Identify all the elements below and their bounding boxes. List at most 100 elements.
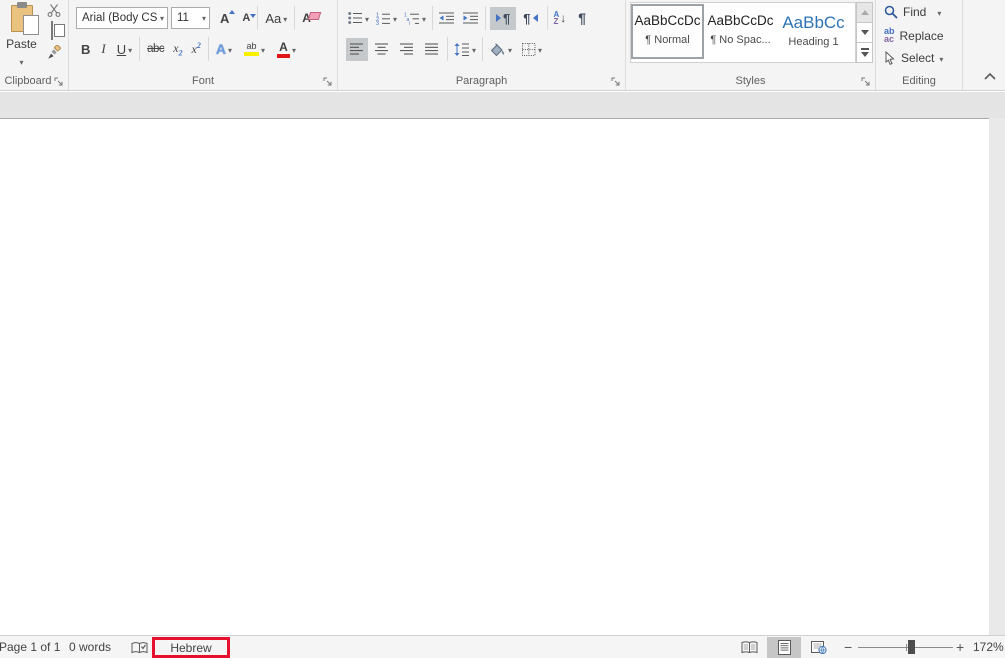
style-heading-1[interactable]: AaBbCc Heading 1: [777, 4, 850, 59]
line-spacing-button[interactable]: [452, 38, 478, 61]
style-no-spacing[interactable]: AaBbCcDc ¶ No Spac...: [704, 4, 777, 59]
copy-icon: [51, 21, 53, 40]
grow-font-button[interactable]: A: [217, 7, 236, 30]
styles-more-arrow-icon: [860, 51, 869, 57]
font-group-label: Font: [191, 75, 214, 87]
select-cursor-icon: [885, 51, 895, 65]
annotation-red-box: Hebrew: [152, 637, 230, 658]
multilevel-list-button[interactable]: 1ai: [402, 7, 428, 30]
clipboard-group: Paste Clipboard: [0, 0, 69, 90]
styles-more-bar-icon: [860, 48, 869, 50]
copy-button[interactable]: [51, 21, 57, 40]
scroll-up-icon: [860, 10, 869, 15]
show-hide-formatting-button[interactable]: ¶: [576, 7, 588, 30]
font-size-combo[interactable]: 11: [171, 7, 210, 29]
find-magnifier-icon: [884, 5, 898, 19]
font-size-dropdown-icon[interactable]: [199, 12, 206, 24]
editing-group: Find abac Replace Select Editing: [876, 0, 963, 90]
increase-indent-button[interactable]: [461, 7, 481, 30]
left-to-right-direction-button[interactable]: ¶: [490, 6, 517, 30]
page-indicator[interactable]: Page 1 of 1: [0, 640, 60, 654]
select-button[interactable]: Select: [884, 51, 943, 65]
styles-gallery: AaBbCcDc ¶ Normal AaBbCcDc ¶ No Spac... …: [630, 2, 856, 63]
numbering-button[interactable]: 123: [374, 7, 399, 30]
ribbon-home-tab-content: Paste Clipboard Arial (Body CS: [0, 0, 1005, 91]
find-button[interactable]: Find: [884, 5, 941, 19]
proofing-status-button[interactable]: [131, 641, 148, 658]
find-dropdown-icon[interactable]: [937, 5, 941, 19]
vertical-scrollbar[interactable]: [989, 92, 1005, 635]
change-case-button[interactable]: Aa: [262, 7, 290, 30]
web-layout-button[interactable]: [805, 637, 833, 658]
italic-button[interactable]: I: [98, 38, 108, 61]
shrink-font-button[interactable]: A: [239, 7, 257, 30]
clear-formatting-button[interactable]: A: [299, 7, 314, 30]
borders-button[interactable]: [520, 38, 544, 61]
paste-button[interactable]: Paste: [2, 2, 41, 72]
collapse-ribbon-button[interactable]: [983, 67, 997, 85]
replace-icon: ab ac: [884, 26, 895, 44]
font-name-combo[interactable]: Arial (Body CS: [76, 7, 168, 29]
clipboard-dialog-launcher[interactable]: [54, 74, 65, 86]
paragraph-group: 123 1ai ¶ ¶: [338, 0, 626, 90]
borders-icon: [522, 42, 536, 56]
decrease-indent-button[interactable]: [437, 7, 457, 30]
svg-text:i: i: [409, 21, 410, 25]
increase-indent-icon: [463, 12, 479, 24]
select-dropdown-icon[interactable]: [939, 51, 943, 65]
justify-button[interactable]: [421, 38, 443, 61]
style-normal[interactable]: AaBbCcDc ¶ Normal: [631, 4, 704, 59]
shading-button[interactable]: [487, 38, 514, 61]
print-layout-icon: [777, 640, 791, 655]
align-center-button[interactable]: [371, 38, 393, 61]
bullets-button[interactable]: [346, 7, 371, 30]
font-name-dropdown-icon[interactable]: [157, 12, 164, 24]
sort-button[interactable]: AZ ↓: [552, 7, 569, 30]
shrink-font-arrow-icon: [250, 14, 257, 18]
align-right-button[interactable]: [396, 38, 418, 61]
document-page[interactable]: [0, 119, 989, 635]
right-to-left-direction-button[interactable]: ¶: [518, 7, 542, 30]
clipboard-group-label: Clipboard: [4, 75, 52, 87]
zoom-percent-button[interactable]: 172%: [973, 640, 1004, 654]
zoom-out-button[interactable]: −: [844, 639, 852, 655]
bold-button[interactable]: B: [78, 38, 93, 61]
align-left-button[interactable]: [346, 37, 368, 61]
superscript-button[interactable]: x2: [189, 38, 204, 61]
sort-icon: AZ: [553, 9, 560, 26]
line-spacing-icon: [454, 42, 469, 56]
editing-group-label: Editing: [902, 75, 936, 87]
read-mode-icon: [741, 641, 757, 654]
underline-button[interactable]: U: [114, 38, 135, 61]
styles-group-label: Styles: [735, 75, 766, 87]
styles-dialog-launcher[interactable]: [861, 74, 872, 86]
zoom-in-button[interactable]: +: [956, 639, 964, 655]
word-count[interactable]: 0 words: [69, 640, 111, 654]
paste-label: Paste: [6, 37, 37, 51]
zoom-slider-track[interactable]: [858, 644, 953, 651]
styles-more-button[interactable]: [856, 42, 873, 63]
print-layout-button[interactable]: [767, 637, 801, 658]
format-painter-button[interactable]: [47, 45, 62, 60]
format-painter-icon: [47, 45, 61, 59]
subscript-button[interactable]: x2: [170, 38, 185, 61]
language-button[interactable]: Hebrew: [170, 641, 211, 655]
web-layout-icon: [811, 641, 827, 654]
paste-dropdown-arrow-icon[interactable]: [19, 52, 23, 70]
numbering-icon: 123: [376, 12, 391, 25]
replace-button[interactable]: ab ac Replace: [884, 26, 944, 44]
font-dialog-launcher[interactable]: [323, 74, 334, 86]
zoom-slider-thumb[interactable]: [908, 640, 915, 654]
cut-button[interactable]: [47, 4, 61, 17]
strikethrough-button[interactable]: abc: [144, 38, 167, 61]
text-highlight-button[interactable]: ab: [241, 38, 268, 61]
grow-font-arrow-icon: [229, 9, 236, 14]
read-mode-button[interactable]: [735, 637, 763, 658]
document-area: [0, 92, 1005, 635]
paragraph-dialog-launcher[interactable]: [611, 74, 622, 86]
styles-scroll-up-button[interactable]: [856, 2, 873, 23]
text-effects-button[interactable]: A: [213, 38, 235, 61]
styles-scroll-down-button[interactable]: [856, 22, 873, 43]
scroll-down-icon: [860, 30, 869, 35]
font-color-button[interactable]: A: [274, 38, 299, 61]
